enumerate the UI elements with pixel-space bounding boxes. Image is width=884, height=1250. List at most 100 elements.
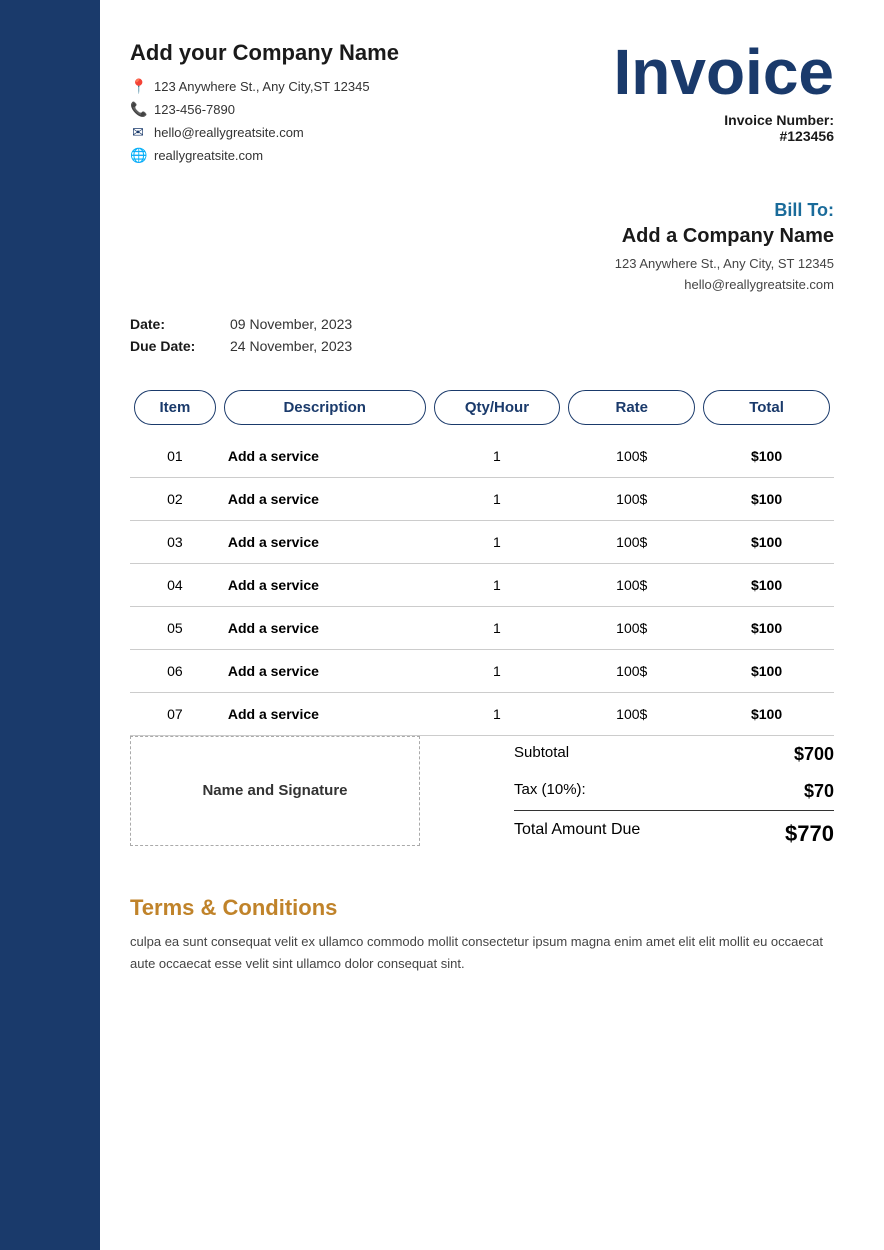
tax-row: Tax (10%): $70: [514, 773, 834, 810]
total-header: Total: [703, 390, 830, 425]
row-rate: 100$: [564, 607, 699, 650]
row-total: $100: [699, 521, 834, 564]
th-total: Total: [699, 390, 834, 425]
table-row: 01 Add a service 1 100$ $100: [130, 435, 834, 478]
subtotal-value: $700: [794, 744, 834, 765]
tax-label: Tax (10%):: [514, 781, 586, 802]
contact-email: ✉ hello@reallygreatsite.com: [130, 124, 399, 141]
terms-section: Terms & Conditions culpa ea sunt consequ…: [130, 895, 834, 975]
table-row: 02 Add a service 1 100$ $100: [130, 478, 834, 521]
dates: Date: 09 November, 2023 Due Date: 24 Nov…: [130, 316, 352, 360]
totals-section: Subtotal $700 Tax (10%): $70 Total Amoun…: [514, 736, 834, 855]
row-qty: 1: [430, 435, 565, 478]
row-item: 03: [130, 521, 220, 564]
invoice-number-label: Invoice Number:: [613, 112, 834, 128]
tax-value: $70: [804, 781, 834, 802]
row-total: $100: [699, 564, 834, 607]
subtotal-label: Subtotal: [514, 744, 569, 765]
email-icon: ✉: [130, 124, 146, 141]
company-section: Add your Company Name 📍 123 Anywhere St.…: [130, 40, 399, 170]
terms-title: Terms & Conditions: [130, 895, 834, 921]
total-row: Total Amount Due $770: [514, 810, 834, 855]
row-rate: 100$: [564, 478, 699, 521]
table-row: 03 Add a service 1 100$ $100: [130, 521, 834, 564]
phone-icon: 📞: [130, 101, 146, 118]
bill-to-email: hello@reallygreatsite.com: [130, 275, 834, 296]
row-description: Add a service: [220, 521, 430, 564]
row-description: Add a service: [220, 564, 430, 607]
subtotal-row: Subtotal $700: [514, 736, 834, 773]
row-item: 02: [130, 478, 220, 521]
date-value: 09 November, 2023: [230, 316, 352, 332]
row-item: 05: [130, 607, 220, 650]
table-row: 07 Add a service 1 100$ $100: [130, 693, 834, 736]
table-row: 05 Add a service 1 100$ $100: [130, 607, 834, 650]
row-qty: 1: [430, 521, 565, 564]
th-qty: Qty/Hour: [430, 390, 565, 425]
row-qty: 1: [430, 478, 565, 521]
row-total: $100: [699, 607, 834, 650]
row-qty: 1: [430, 607, 565, 650]
row-rate: 100$: [564, 435, 699, 478]
due-date-value: 24 November, 2023: [230, 338, 352, 354]
row-rate: 100$: [564, 564, 699, 607]
row-description: Add a service: [220, 607, 430, 650]
total-label: Total Amount Due: [514, 821, 640, 847]
row-rate: 100$: [564, 521, 699, 564]
location-icon: 📍: [130, 78, 146, 95]
th-rate: Rate: [564, 390, 699, 425]
row-total: $100: [699, 693, 834, 736]
row-qty: 1: [430, 650, 565, 693]
bottom-section: Name and Signature Subtotal $700 Tax (10…: [130, 736, 834, 855]
company-name: Add your Company Name: [130, 40, 399, 66]
row-rate: 100$: [564, 693, 699, 736]
bill-to-street: 123 Anywhere St., Any City, ST 12345: [130, 254, 834, 275]
description-header: Description: [224, 390, 426, 425]
bill-to-section: Bill To: Add a Company Name 123 Anywhere…: [130, 200, 834, 296]
total-value: $770: [785, 821, 834, 847]
due-date-label: Due Date:: [130, 338, 210, 354]
item-header: Item: [134, 390, 216, 425]
qty-header: Qty/Hour: [434, 390, 561, 425]
row-qty: 1: [430, 564, 565, 607]
invoice-section: Invoice Invoice Number: #123456: [613, 40, 834, 144]
row-description: Add a service: [220, 693, 430, 736]
company-address: 123 Anywhere St., Any City,ST 12345: [154, 79, 370, 94]
page-wrapper: Add your Company Name 📍 123 Anywhere St.…: [0, 0, 884, 1250]
table-header: Item Description Qty/Hour Rate Total: [130, 390, 834, 435]
th-description: Description: [220, 390, 430, 425]
table-header-row: Item Description Qty/Hour Rate Total: [130, 390, 834, 425]
invoice-title: Invoice: [613, 40, 834, 104]
row-description: Add a service: [220, 650, 430, 693]
row-rate: 100$: [564, 650, 699, 693]
contact-phone: 📞 123-456-7890: [130, 101, 399, 118]
row-total: $100: [699, 478, 834, 521]
company-website: reallygreatsite.com: [154, 148, 263, 163]
content: Add your Company Name 📍 123 Anywhere St.…: [100, 0, 884, 1250]
company-phone: 123-456-7890: [154, 102, 235, 117]
row-item: 07: [130, 693, 220, 736]
bill-to-company: Add a Company Name: [130, 225, 834, 248]
bill-to-label: Bill To:: [130, 200, 834, 221]
row-item: 04: [130, 564, 220, 607]
bill-to-address: 123 Anywhere St., Any City, ST 12345 hel…: [130, 254, 834, 296]
contact-website: 🌐 reallygreatsite.com: [130, 147, 399, 164]
invoice-table: Item Description Qty/Hour Rate Total: [130, 390, 834, 736]
table-row: 04 Add a service 1 100$ $100: [130, 564, 834, 607]
rate-header: Rate: [568, 390, 695, 425]
row-total: $100: [699, 435, 834, 478]
dates-section: Date: 09 November, 2023 Due Date: 24 Nov…: [130, 316, 834, 360]
row-description: Add a service: [220, 435, 430, 478]
terms-text: culpa ea sunt consequat velit ex ullamco…: [130, 931, 834, 975]
th-item: Item: [130, 390, 220, 425]
row-description: Add a service: [220, 478, 430, 521]
contact-address: 📍 123 Anywhere St., Any City,ST 12345: [130, 78, 399, 95]
row-total: $100: [699, 650, 834, 693]
table-row: 06 Add a service 1 100$ $100: [130, 650, 834, 693]
table-body: 01 Add a service 1 100$ $100 02 Add a se…: [130, 435, 834, 736]
row-qty: 1: [430, 693, 565, 736]
invoice-number-value: #123456: [613, 128, 834, 144]
signature-box: Name and Signature: [130, 736, 420, 846]
row-item: 06: [130, 650, 220, 693]
signature-label: Name and Signature: [202, 782, 347, 799]
